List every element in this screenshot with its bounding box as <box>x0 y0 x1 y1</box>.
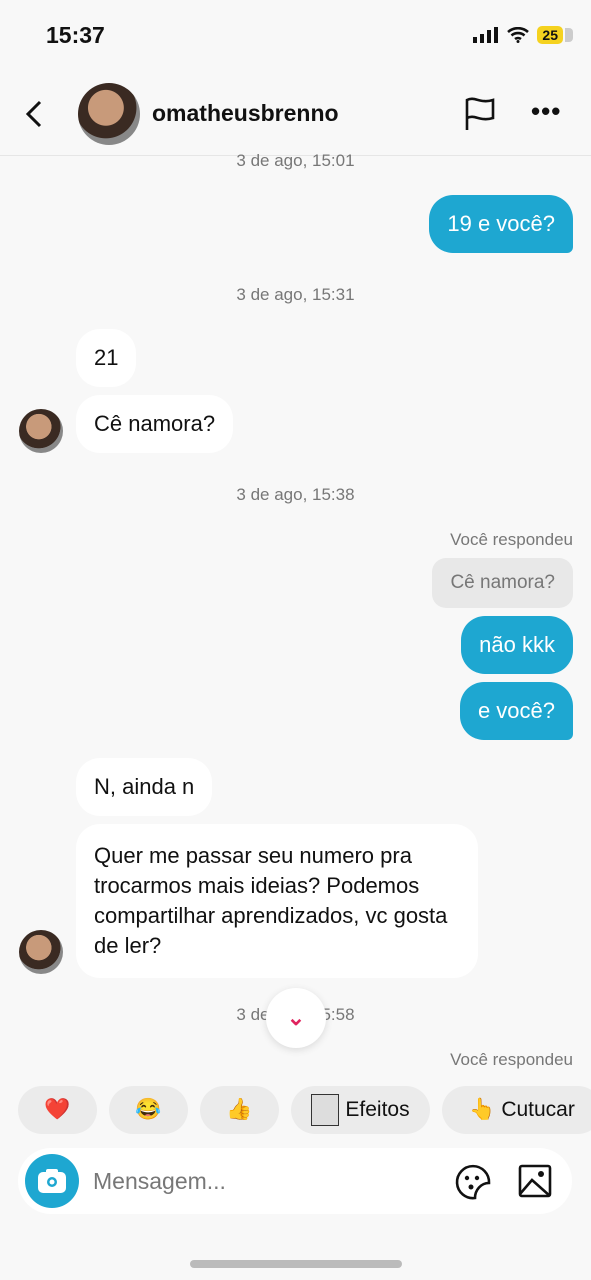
reply-label: Você respondeu <box>450 1050 573 1069</box>
sticker-icon[interactable] <box>455 1163 491 1201</box>
outgoing-message[interactable]: 19 e você? <box>429 195 573 253</box>
battery-level: 25 <box>537 26 573 44</box>
outgoing-message[interactable]: e você? <box>459 682 573 740</box>
laugh-icon: 😂 <box>135 1098 162 1121</box>
camera-button[interactable] <box>25 1154 79 1208</box>
home-indicator <box>190 1260 402 1268</box>
sender-avatar[interactable] <box>19 930 63 974</box>
sender-avatar[interactable] <box>19 409 63 453</box>
quoted-message[interactable]: Cê namora? <box>432 558 573 608</box>
incoming-message[interactable]: 21 <box>76 329 137 387</box>
scroll-to-bottom-button[interactable]: ⌄ <box>266 988 326 1048</box>
contact-username[interactable]: omatheusbrenno <box>152 100 339 127</box>
heart-icon: ❤️ <box>44 1098 71 1121</box>
quick-react-thumbs-up[interactable]: 👍 <box>200 1086 279 1134</box>
pointing-hand-icon: 👆 <box>469 1098 496 1121</box>
gallery-icon[interactable] <box>518 1164 552 1198</box>
timestamp: 3 de ago, 15:01 <box>236 151 355 170</box>
outgoing-message[interactable]: não kkk <box>461 616 573 674</box>
message-composer: Mensagem... <box>18 1148 572 1214</box>
effects-sticker-icon <box>311 1094 340 1126</box>
more-options-icon[interactable]: ••• <box>531 96 561 127</box>
incoming-message[interactable]: N, ainda n <box>76 758 213 816</box>
effects-label: Efeitos <box>345 1098 410 1121</box>
quick-react-laugh[interactable]: 😂 <box>109 1086 188 1134</box>
wifi-icon <box>507 27 530 43</box>
reply-label: Você respondeu <box>450 530 573 549</box>
incoming-message[interactable]: Quer me passar seu numero pra trocarmos … <box>76 824 478 978</box>
timestamp: 3 de ago, 15:31 <box>236 285 355 304</box>
poke-label: Cutucar <box>501 1098 575 1121</box>
camera-icon <box>38 1169 66 1193</box>
poke-button[interactable]: 👆 Cutucar <box>442 1086 591 1134</box>
message-input[interactable]: Mensagem... <box>93 1168 226 1195</box>
back-icon[interactable] <box>22 96 46 132</box>
signal-icon <box>473 27 499 43</box>
effects-button[interactable]: Efeitos <box>291 1086 430 1134</box>
thumbs-up-icon: 👍 <box>226 1098 253 1121</box>
chat-header: omatheusbrenno ••• <box>0 78 591 156</box>
double-chevron-down-icon: ⌄ <box>286 1005 306 1030</box>
incoming-message[interactable]: Cê namora? <box>76 395 234 453</box>
status-icons: 25 <box>473 26 573 44</box>
quick-react-heart[interactable]: ❤️ <box>18 1086 97 1134</box>
status-time: 15:37 <box>46 22 105 48</box>
timestamp: 3 de ago, 15:38 <box>236 485 355 504</box>
flag-icon[interactable] <box>463 96 497 132</box>
contact-avatar[interactable] <box>78 83 140 145</box>
